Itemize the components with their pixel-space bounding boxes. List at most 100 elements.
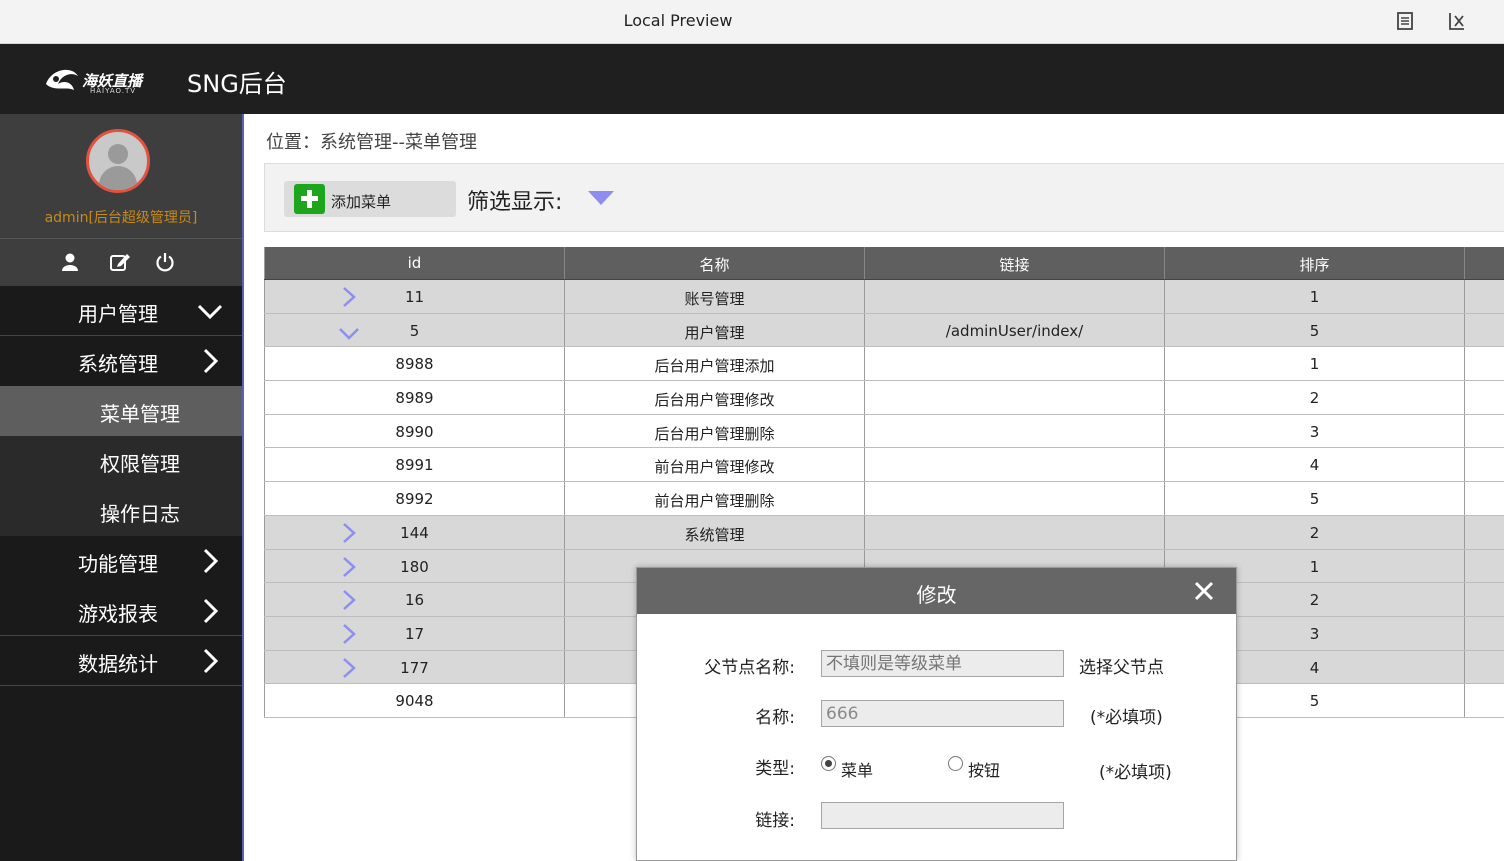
toolbar: 添加菜单 筛选显示: (264, 163, 1504, 232)
name-input[interactable] (821, 700, 1064, 727)
user-tools (0, 238, 242, 286)
cell-extra (1465, 415, 1504, 448)
logo-subtext: HAIYAO.TV (90, 87, 137, 95)
cell-link (865, 280, 1165, 313)
cell-id: 8992 (264, 482, 565, 515)
cell-id: 8991 (264, 448, 565, 482)
sidebar-item-function-management[interactable]: 功能管理 (0, 536, 242, 586)
cell-id: 17 (264, 616, 565, 650)
app-header: 海妖直播 HAIYAO.TV SNG后台 (0, 44, 1504, 114)
sidebar-item-label: 功能管理 (78, 552, 158, 576)
parent-node-label: 父节点名称: (704, 658, 795, 678)
sidebar-subitem-permission-management[interactable]: 权限管理 (0, 436, 242, 486)
sidebar-subitem-menu-management[interactable]: 菜单管理 (0, 386, 242, 436)
cell-extra (1465, 516, 1504, 549)
cell-id: 9048 (264, 684, 565, 717)
cell-order: 3 (1165, 414, 1465, 448)
edit-dialog: 修改 父节点名称: 选择父节点 名称: (*必填项) 类型: 菜单 按钮 (*必… (636, 567, 1237, 861)
reader-icon[interactable] (1394, 10, 1416, 32)
sidebar-item-system-management[interactable]: 系统管理 (0, 336, 242, 386)
sidebar-divider (242, 114, 244, 861)
cell-id: 11 (264, 280, 565, 313)
cell-name: 后台用户管理删除 (565, 414, 865, 448)
chevron-right-icon[interactable] (338, 588, 360, 612)
table-row[interactable]: 5 用户管理/adminUser/index/5 (264, 313, 1504, 348)
cell-extra (1465, 617, 1504, 650)
user-profile: admin[后台超级管理员] (0, 114, 242, 238)
app-title: SNG后台 (187, 70, 287, 98)
table-row[interactable]: 8991 前台用户管理修改 4 (264, 448, 1504, 483)
sidebar-item-user-management[interactable]: 用户管理 (0, 286, 242, 336)
cell-order: 2 (1165, 515, 1465, 549)
cell-extra (1465, 314, 1504, 347)
table-row[interactable]: 8988 后台用户管理添加 1 (264, 347, 1504, 382)
table-row[interactable]: 144 系统管理 2 (264, 515, 1504, 550)
power-icon[interactable] (154, 251, 176, 273)
sidebar-item-data-statistics[interactable]: 数据统计 (0, 636, 242, 686)
column-header-name[interactable]: 名称 (565, 247, 865, 279)
chevron-right-icon (203, 648, 219, 674)
cell-name: 账号管理 (565, 280, 865, 313)
link-input[interactable] (821, 802, 1064, 829)
filter-dropdown-icon[interactable] (587, 190, 615, 206)
close-preview-icon[interactable] (1446, 10, 1468, 32)
cell-name: 后台用户管理修改 (565, 381, 865, 414)
plus-icon (294, 184, 325, 214)
sidebar-item-label: 游戏报表 (78, 602, 158, 626)
cell-extra (1465, 684, 1504, 717)
cell-link (865, 482, 1165, 515)
cell-extra (1465, 651, 1504, 684)
sidebar-subitem-operation-log[interactable]: 操作日志 (0, 486, 242, 536)
sidebar-item-label: 数据统计 (78, 652, 158, 676)
cell-id: 180 (264, 549, 565, 583)
sidebar-item-label: 用户管理 (78, 302, 158, 326)
column-header-id[interactable]: id (264, 247, 565, 279)
type-menu-radio[interactable] (821, 756, 836, 771)
select-parent-node-link[interactable]: 选择父节点 (1079, 653, 1164, 678)
cell-id: 16 (264, 583, 565, 616)
parent-node-input[interactable] (821, 650, 1064, 677)
cell-order: 5 (1165, 313, 1465, 347)
chevron-down-icon[interactable] (338, 319, 360, 343)
type-button-label: 按钮 (968, 761, 1001, 780)
table-row[interactable]: 8992 前台用户管理删除 5 (264, 482, 1504, 516)
type-menu-label: 菜单 (841, 761, 874, 780)
dialog-header: 修改 (637, 568, 1236, 614)
chevron-right-icon[interactable] (338, 622, 360, 646)
cell-name: 前台用户管理删除 (565, 482, 865, 515)
sidebar-item-label: 菜单管理 (100, 402, 180, 426)
cell-extra (1465, 550, 1504, 583)
chevron-right-icon[interactable] (338, 285, 360, 309)
column-header-order[interactable]: 排序 (1165, 247, 1465, 279)
sidebar-item-game-reports[interactable]: 游戏报表 (0, 586, 242, 636)
cell-id: 8988 (264, 347, 565, 381)
cell-link (865, 414, 1165, 448)
user-icon[interactable] (59, 251, 81, 273)
sidebar-item-label: 操作日志 (100, 502, 180, 526)
cell-id: 177 (264, 650, 565, 684)
chevron-right-icon[interactable] (338, 521, 360, 545)
cell-name: 系统管理 (565, 515, 865, 549)
cell-id: 144 (264, 515, 565, 549)
table-row[interactable]: 8990 后台用户管理删除 3 (264, 414, 1504, 449)
cell-link (865, 448, 1165, 482)
type-button-radio[interactable] (948, 756, 963, 771)
cell-order: 4 (1165, 448, 1465, 482)
dialog-title: 修改 (916, 583, 957, 607)
cell-extra (1465, 482, 1504, 515)
name-label: 名称: (755, 708, 795, 728)
type-label: 类型: (755, 759, 795, 779)
chevron-right-icon[interactable] (338, 555, 360, 579)
filter-label: 筛选显示: (467, 190, 563, 215)
cell-name: 后台用户管理添加 (565, 347, 865, 381)
edit-icon[interactable] (109, 251, 131, 273)
table-row[interactable]: 11 账号管理 1 (264, 280, 1504, 314)
sidebar-menu: 用户管理 系统管理 菜单管理 权限管理 操作日志 功能管理 游戏报表 数据统计 (0, 286, 242, 686)
close-icon[interactable] (1193, 580, 1215, 602)
column-header-link[interactable]: 链接 (865, 247, 1165, 279)
table-row[interactable]: 8989 后台用户管理修改 2 (264, 381, 1504, 415)
chevron-right-icon[interactable] (338, 656, 360, 680)
avatar[interactable] (86, 129, 150, 193)
add-menu-button[interactable]: 添加菜单 (284, 181, 456, 217)
chevron-right-icon (203, 548, 219, 574)
